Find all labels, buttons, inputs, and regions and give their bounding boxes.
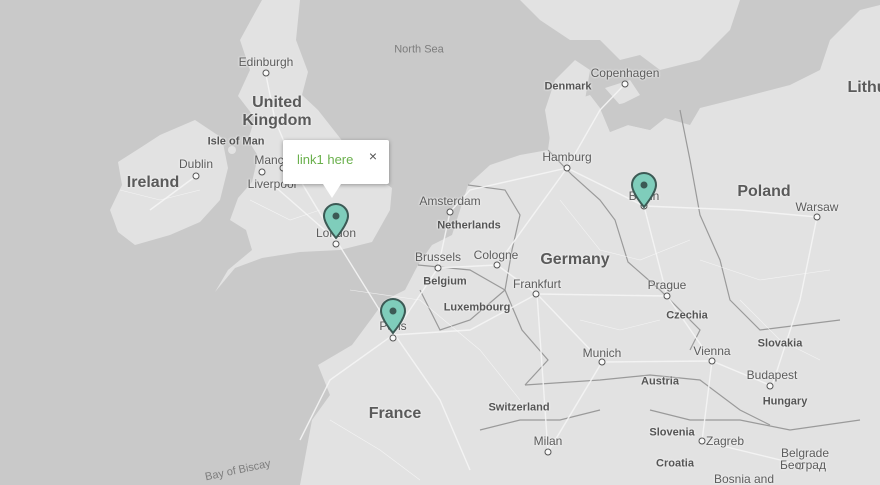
map-canvas[interactable]: North Sea Bay of Biscay United Kingdom Irela…: [0, 0, 880, 485]
city-label: Warsaw: [795, 200, 839, 214]
country-label: Poland: [737, 183, 791, 200]
city-label: Hamburg: [542, 150, 592, 164]
city-dot: [389, 334, 397, 342]
popup-tail: [323, 184, 341, 198]
city-dot: [563, 164, 571, 172]
city-label: Amsterdam: [419, 194, 481, 208]
country-label: United: [252, 94, 302, 111]
map-marker-berlin[interactable]: [630, 171, 658, 209]
region-label: Belgium: [423, 275, 467, 288]
country-label: Lithu: [847, 79, 880, 96]
region-label: Slovakia: [757, 337, 803, 350]
city-label: Cologne: [473, 248, 519, 262]
city-dot: [598, 358, 606, 366]
city-label: Frankfurt: [512, 277, 562, 291]
city-label: Zagreb: [705, 434, 745, 448]
region-label: Austria: [641, 375, 679, 388]
region-label: Czechia: [666, 309, 708, 322]
map-marker-london[interactable]: [322, 202, 350, 240]
map-marker-paris[interactable]: [379, 297, 407, 335]
city-dot: [708, 357, 716, 365]
city-dot: [813, 213, 821, 221]
city-label: Manc: [254, 153, 284, 167]
city-label: Munich: [582, 346, 622, 360]
city-dot: [332, 240, 340, 248]
map-base: [0, 0, 880, 485]
city-dot: [258, 168, 266, 176]
region-label: Denmark: [544, 80, 592, 93]
info-popup: link1 here ×: [283, 140, 389, 198]
city-dot: [766, 382, 774, 390]
city-label: Vienna: [693, 344, 731, 358]
city-dot: [698, 437, 706, 445]
city-dot: [192, 172, 200, 180]
city-dot: [493, 261, 501, 269]
city-label: Prague: [647, 278, 687, 292]
city-label: Bosnia and: [713, 472, 775, 485]
region-label: Hungary: [762, 395, 808, 408]
city-dot: [621, 80, 629, 88]
water-label: North Sea: [394, 43, 444, 56]
region-label: Slovenia: [649, 426, 695, 439]
country-label: Germany: [540, 251, 610, 268]
city-dot: [262, 69, 270, 77]
city-label: Dublin: [178, 157, 214, 171]
city-label: Milan: [533, 434, 563, 448]
country-label: Kingdom: [242, 112, 312, 129]
country-label: France: [368, 405, 422, 422]
city-dot: [544, 448, 552, 456]
popup-link[interactable]: link1 here: [297, 152, 353, 167]
city-label: Edinburgh: [238, 55, 294, 69]
region-label: Netherlands: [437, 219, 501, 232]
region-label: Luxembourg: [443, 301, 511, 314]
region-label: Isle of Man: [207, 135, 265, 148]
city-label: Copenhagen: [590, 66, 660, 80]
city-dot: [446, 208, 454, 216]
region-label: Croatia: [656, 457, 694, 470]
city-dot: [532, 290, 540, 298]
city-label: Београд: [780, 458, 826, 472]
city-dot: [663, 292, 671, 300]
country-label: Ireland: [126, 174, 180, 191]
city-label: Budapest: [746, 368, 798, 382]
region-label: Switzerland: [488, 401, 550, 414]
city-label: Brussels: [414, 250, 462, 264]
city-dot: [434, 264, 442, 272]
close-icon[interactable]: ×: [369, 149, 377, 163]
